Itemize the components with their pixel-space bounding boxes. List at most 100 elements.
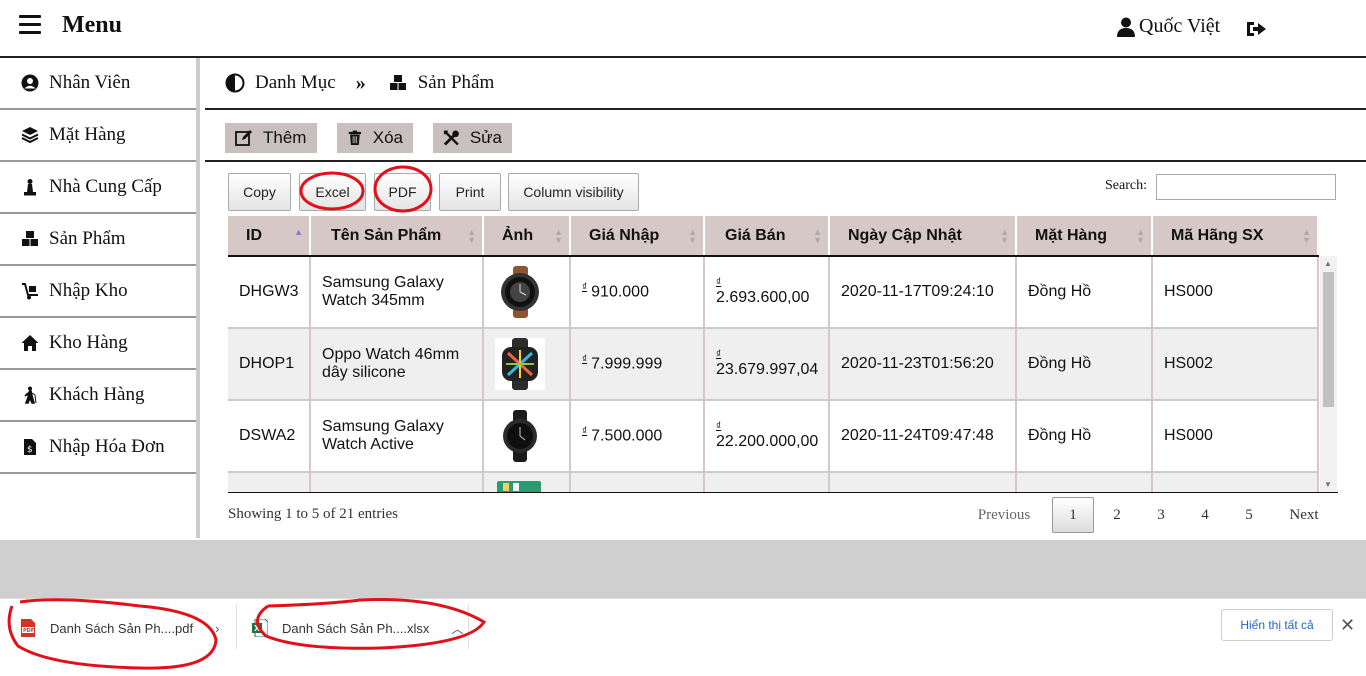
- show-all-downloads-button[interactable]: Hiển thị tất cả: [1221, 609, 1333, 641]
- table-row[interactable]: DHOP1 Oppo Watch 46mm dây silicone ₫ 7.999…: [228, 328, 1319, 401]
- cell-cost: [570, 472, 705, 492]
- column-visibility-button[interactable]: Column visibility: [508, 173, 639, 211]
- name-line: dây silicone: [322, 364, 406, 381]
- column-header-label: ID: [246, 226, 262, 244]
- sidebar-item-nhap-hoa-don[interactable]: $ Nhập Hóa Đơn: [0, 422, 196, 474]
- table-row[interactable]: DHGW3 Samsung Galaxy Watch 345mm ₫ 910.000…: [228, 256, 1319, 329]
- column-header-label: Giá Bán: [725, 226, 786, 244]
- column-header-updated[interactable]: Ngày Cập Nhật ▲ ▼: [829, 216, 1017, 257]
- sidebar-item-san-pham[interactable]: Sản Phẩm: [0, 214, 196, 266]
- sidebar-item-mat-hang[interactable]: Mặt Hàng: [0, 110, 196, 162]
- sort-icon: ▲ ▼: [688, 227, 697, 245]
- column-header-id[interactable]: ID ▲: [228, 216, 311, 257]
- divider: [236, 605, 237, 649]
- currency-symbol: ₫: [582, 282, 588, 294]
- breadcrumb-parent[interactable]: Danh Mục: [255, 72, 336, 94]
- copy-button[interactable]: Copy: [228, 173, 291, 211]
- table-row[interactable]: DSWA2 Samsung Galaxy Watch Active ₫ 7.500.…: [228, 400, 1319, 473]
- sidebar-item-label: Nhà Cung Cấp: [49, 176, 162, 197]
- half-circle-icon: [225, 73, 245, 93]
- sort-icon: ▲ ▼: [1136, 227, 1145, 245]
- breadcrumb-current: Sản Phẩm: [417, 72, 495, 93]
- column-header-cost[interactable]: Giá Nhập ▲ ▼: [570, 216, 705, 257]
- search-input[interactable]: [1156, 174, 1336, 200]
- chevron-up-icon[interactable]: ›: [215, 621, 219, 636]
- column-header-name[interactable]: Tên Sản Phẩm ▲ ▼: [310, 216, 484, 257]
- download-item-pdf[interactable]: PDF Danh Sách Sản Ph....pdf ›: [20, 617, 219, 639]
- column-header-price[interactable]: Giá Bán ▲ ▼: [704, 216, 830, 257]
- pagination-page-1[interactable]: 1: [1052, 497, 1094, 533]
- breadcrumb: Danh Mục » Sản Phẩm: [205, 58, 1366, 110]
- colorful-square-smartwatch-image: [495, 338, 545, 390]
- sign-out-icon[interactable]: [1245, 19, 1267, 39]
- black-round-smartwatch-image: [503, 410, 537, 462]
- excel-button[interactable]: Excel: [299, 173, 366, 211]
- sidebar-item-label: Kho Hàng: [49, 332, 128, 353]
- download-filename: Danh Sách Sản Ph....xlsx: [282, 620, 430, 636]
- column-header-label: Giá Nhập: [589, 226, 660, 244]
- top-bar: Menu Quốc Việt: [0, 0, 1366, 58]
- cell-updated: 2020-11-17T09:24:10: [829, 256, 1017, 329]
- cell-price: ₫ 23.679.997,04: [704, 328, 830, 401]
- sort-icon: ▲ ▼: [813, 227, 822, 245]
- hamburger-menu-icon[interactable]: [19, 15, 41, 35]
- scrollbar-thumb[interactable]: [1323, 272, 1334, 407]
- download-item-xlsx[interactable]: X Danh Sách Sản Ph....xlsx ︿: [252, 617, 463, 639]
- cell-category: Đồng Hồ: [1016, 328, 1153, 401]
- cell-category: [1016, 472, 1153, 492]
- table-row[interactable]: [228, 472, 1319, 492]
- sort-icon: ▲ ▼: [554, 227, 563, 245]
- cell-id: DSWA2: [228, 400, 311, 473]
- cell-image: [483, 256, 571, 329]
- table-info: Showing 1 to 5 of 21 entries: [228, 506, 398, 522]
- table-scrollbar[interactable]: ▲ ▼: [1320, 256, 1337, 492]
- column-header-label: Tên Sản Phẩm: [331, 226, 442, 244]
- chevron-up-icon[interactable]: ︿: [451, 620, 463, 637]
- scroll-down-icon[interactable]: ▼: [1324, 480, 1332, 489]
- close-icon[interactable]: ✕: [1340, 615, 1355, 636]
- name-line: Watch Active: [322, 436, 414, 453]
- column-header-image[interactable]: Ảnh ▲ ▼: [483, 216, 571, 257]
- cell-category: Đồng Hồ: [1016, 256, 1153, 329]
- cell-updated: [829, 472, 1017, 492]
- pagination-page-2[interactable]: 2: [1100, 497, 1134, 533]
- cell-image: [483, 400, 571, 473]
- dolly-icon: [20, 281, 40, 301]
- pagination-page-4[interactable]: 4: [1188, 497, 1222, 533]
- cell-name: Samsung Galaxy Watch Active: [310, 400, 484, 473]
- sidebar-item-nha-cung-cap[interactable]: Nhà Cung Cấp: [0, 162, 196, 214]
- column-header-maker[interactable]: Mã Hãng SX ▲ ▼: [1152, 216, 1319, 257]
- cell-cost: ₫ 7.999.999: [570, 328, 705, 401]
- delete-button-label: Xóa: [372, 128, 403, 147]
- delete-button[interactable]: Xóa: [337, 123, 413, 153]
- pdf-button[interactable]: PDF: [374, 173, 431, 211]
- sidebar-item-nhap-kho[interactable]: Nhập Kho: [0, 266, 196, 318]
- cubes-icon: [20, 229, 40, 249]
- add-button[interactable]: Thêm: [225, 123, 317, 153]
- sidebar-item-khach-hang[interactable]: Khách Hàng: [0, 370, 196, 422]
- pagination-page-3[interactable]: 3: [1144, 497, 1178, 533]
- cell-maker: HS002: [1152, 328, 1319, 401]
- pagination-next[interactable]: Next: [1280, 497, 1328, 533]
- column-header-label: Ngày Cập Nhật: [848, 226, 962, 244]
- name-line: Samsung Galaxy: [322, 274, 444, 291]
- edit-button[interactable]: Sửa: [433, 123, 512, 153]
- currency-symbol: ₫: [582, 354, 588, 366]
- svg-text:$: $: [27, 445, 33, 455]
- user-profile[interactable]: Quốc Việt: [1117, 15, 1220, 38]
- scroll-up-icon[interactable]: ▲: [1324, 259, 1332, 268]
- layers-icon: [20, 125, 40, 145]
- pagination-previous[interactable]: Previous: [966, 497, 1042, 533]
- column-header-category[interactable]: Mặt Hàng ▲ ▼: [1016, 216, 1153, 257]
- price-value: 23.679.997,04: [716, 361, 819, 378]
- excel-file-icon: X: [252, 619, 268, 637]
- print-button[interactable]: Print: [439, 173, 501, 211]
- pagination-page-5[interactable]: 5: [1232, 497, 1266, 533]
- cell-id: [228, 472, 311, 492]
- user-circle-icon: [20, 73, 40, 93]
- sidebar-item-nhan-vien[interactable]: Nhân Viên: [0, 58, 196, 110]
- cell-price: ₫ 2.693.600,00: [704, 256, 830, 329]
- cell-name: [310, 472, 484, 492]
- add-button-label: Thêm: [263, 128, 307, 147]
- sidebar-item-kho-hang[interactable]: Kho Hàng: [0, 318, 196, 370]
